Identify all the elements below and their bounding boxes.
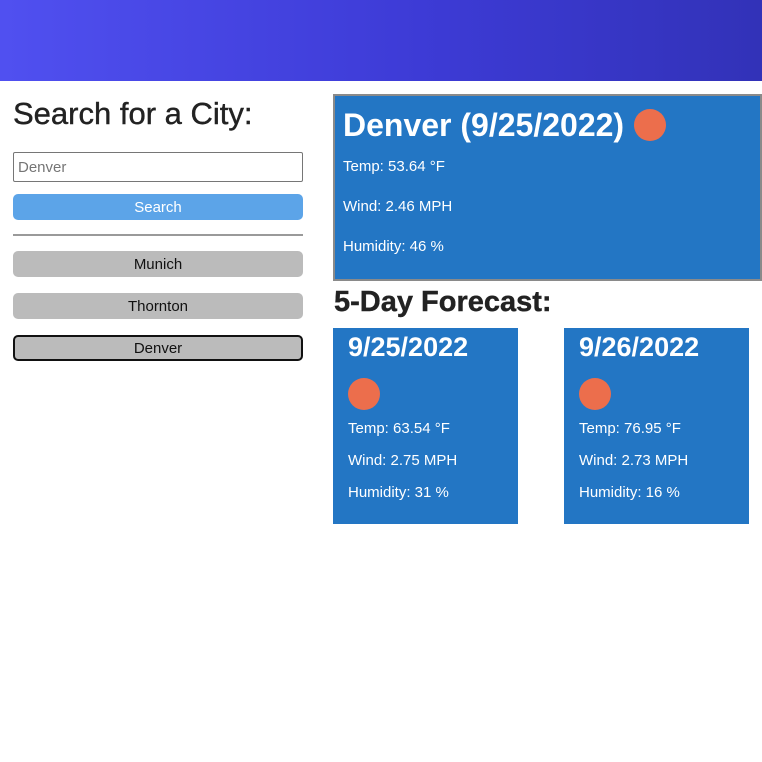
search-button[interactable]: Search [13,194,303,220]
history-button-munich[interactable]: Munich [13,251,303,277]
search-history-list: Munich Thornton Denver [13,251,303,361]
forecast-humidity: Humidity: 16 % [579,484,680,501]
current-wind: Wind: 2.46 MPH [343,198,453,215]
sidebar: Search for a City: Search Munich Thornto… [13,95,303,377]
forecast-card: 9/26/2022 Temp: 76.95 °F Wind: 2.73 MPH … [564,328,749,524]
forecast-temp: Temp: 63.54 °F [348,420,450,437]
forecast-wind: Wind: 2.73 MPH [579,452,689,469]
current-weather-header: Denver (9/25/2022) [343,104,752,146]
current-temp: Temp: 53.64 °F [343,158,445,175]
divider [13,234,303,236]
sidebar-title: Search for a City: [13,96,253,131]
history-button-denver[interactable]: Denver [13,335,303,361]
weather-icon [348,378,380,410]
weather-icon [634,109,667,141]
city-search-input[interactable] [13,152,303,182]
forecast-card: 9/25/2022 Temp: 63.54 °F Wind: 2.75 MPH … [333,328,518,524]
forecast-humidity: Humidity: 31 % [348,484,449,501]
history-button-thornton[interactable]: Thornton [13,293,303,319]
forecast-wind: Wind: 2.75 MPH [348,452,458,469]
forecast-title: 5-Day Forecast: [334,286,552,318]
current-humidity: Humidity: 46 % [343,238,444,255]
page-header [0,0,762,81]
weather-icon [579,378,611,410]
forecast-date: 9/25/2022 [348,332,469,362]
current-weather-title: Denver (9/25/2022) [343,107,625,143]
current-weather-card: Denver (9/25/2022) Temp: 53.64 °F Wind: … [333,94,762,281]
forecast-temp: Temp: 76.95 °F [579,420,681,437]
forecast-date: 9/26/2022 [579,332,700,362]
